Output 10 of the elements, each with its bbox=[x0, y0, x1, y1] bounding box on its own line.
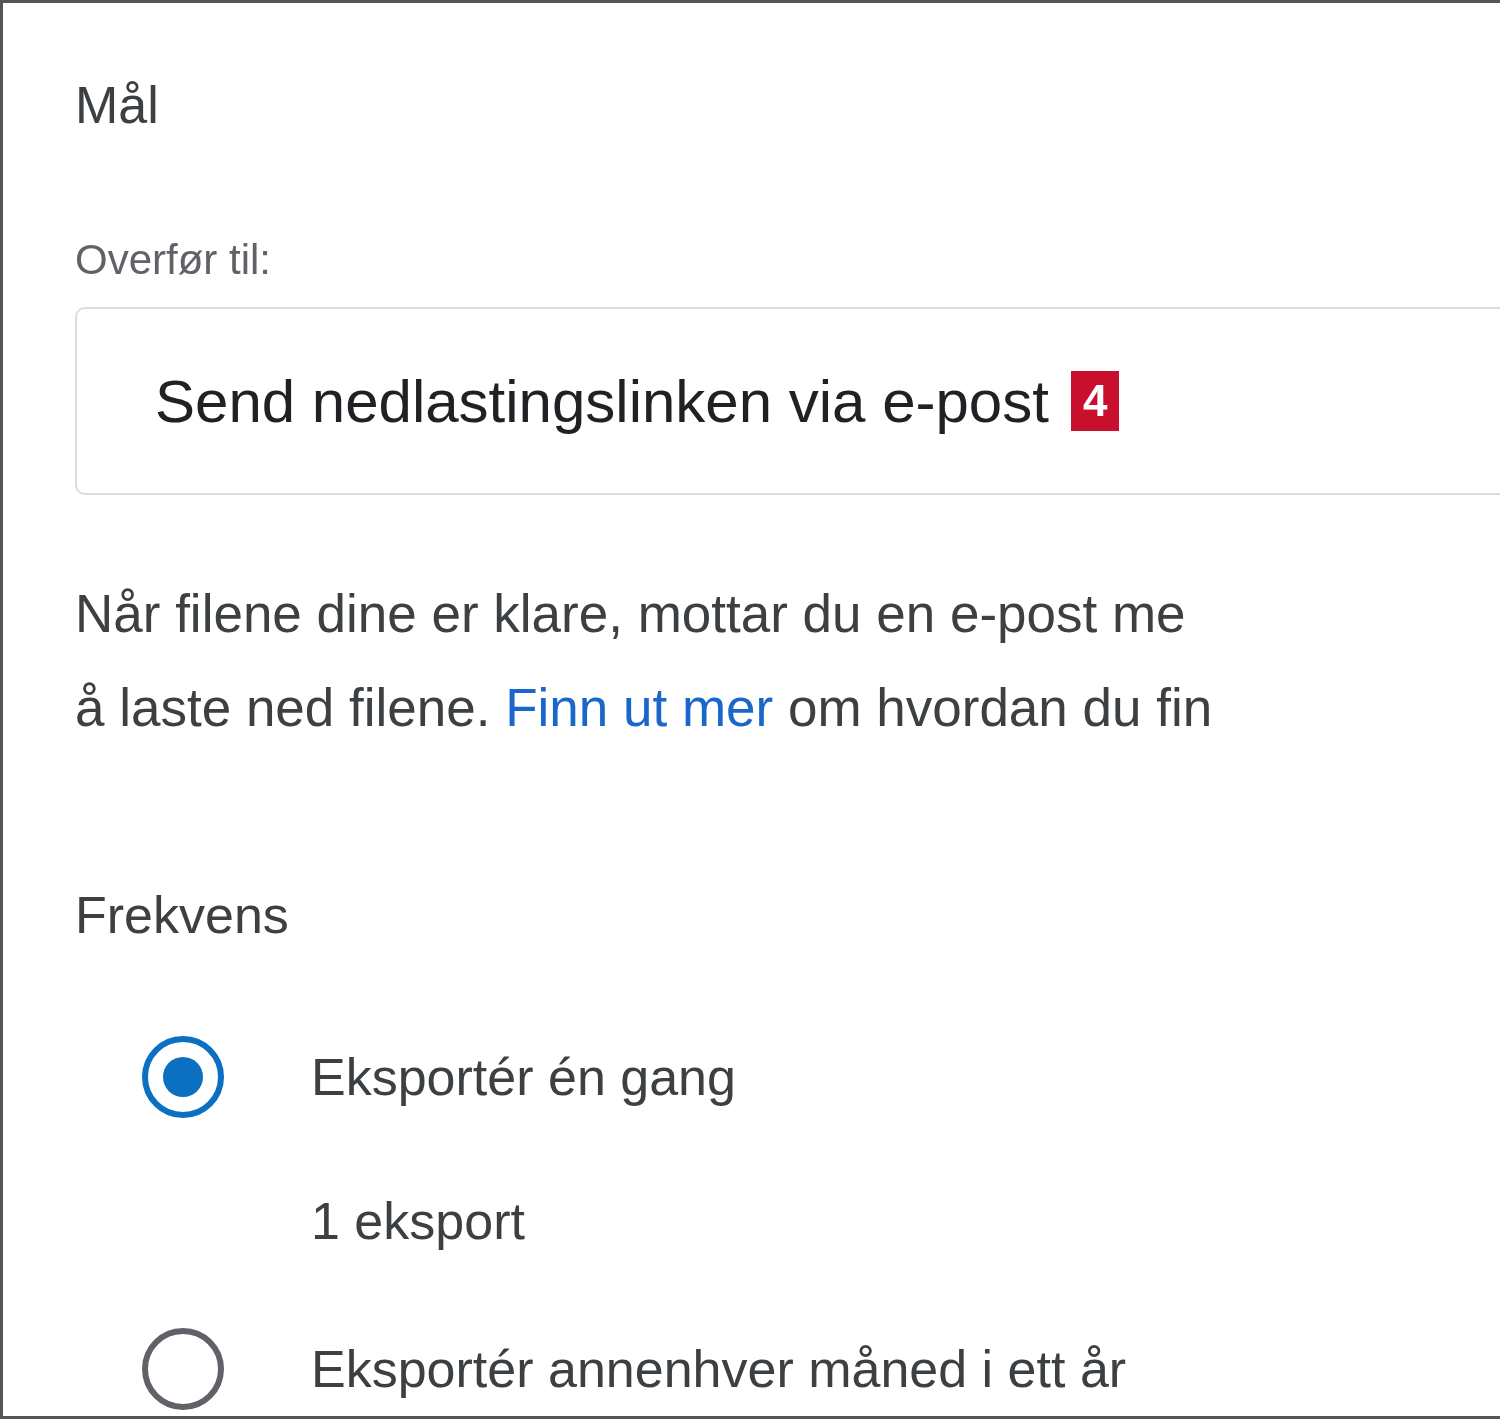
section-title: Mål bbox=[75, 75, 160, 135]
option-label[interactable]: Eksportér én gang bbox=[311, 1035, 736, 1119]
destination-select[interactable]: Send nedlastingslinken via e-post 4 bbox=[75, 307, 1500, 495]
option-detail: 1 eksport bbox=[311, 1191, 526, 1251]
learn-more-link[interactable]: Finn ut mer bbox=[505, 678, 774, 737]
number-badge: 4 bbox=[1070, 371, 1120, 431]
field-label: Overfør til: bbox=[75, 235, 272, 285]
option-label[interactable]: Eksportér annenhver måned i ett år bbox=[311, 1327, 1127, 1411]
section-title: Frekvens bbox=[75, 885, 290, 945]
description-text: Når filene dine er klare, mottar du en e-post me å laste ned filene. Finn ut mer om hvordan du fin bbox=[75, 583, 1214, 739]
